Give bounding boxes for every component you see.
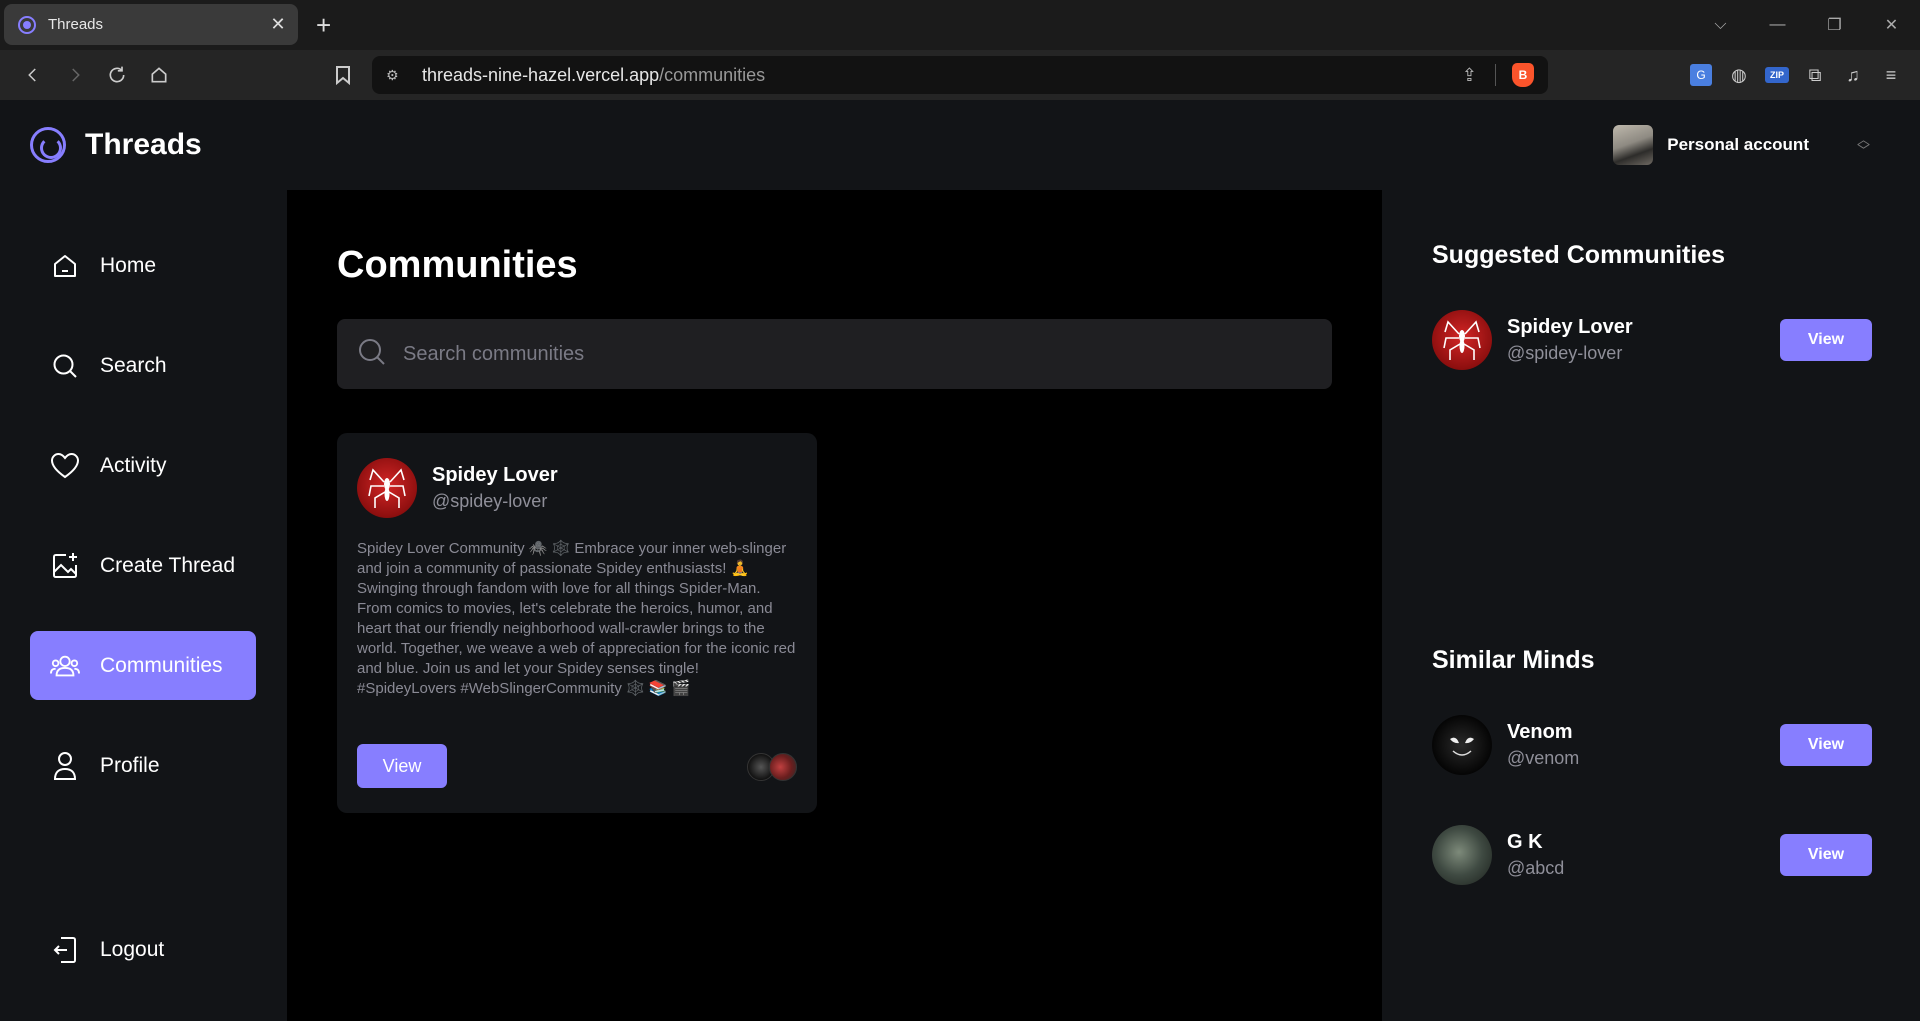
community-name[interactable]: Spidey Lover [1507, 316, 1633, 339]
member-avatars [747, 753, 797, 781]
sidebar-item-label: Create Thread [100, 553, 236, 577]
user-handle: @abcd [1507, 858, 1565, 878]
suggested-community-row: Spidey Lover @spidey-lover View [1432, 310, 1872, 370]
sidebar-item-label: Communities [100, 653, 223, 677]
similar-minds-heading: Similar Minds [1432, 646, 1595, 674]
user-icon [50, 751, 80, 781]
view-community-button[interactable]: View [357, 744, 447, 788]
search-icon [357, 337, 387, 372]
close-tab-icon[interactable]: ✕ [268, 14, 288, 35]
user-avatar[interactable] [1432, 715, 1492, 775]
sidebar-item-create-thread[interactable]: Create Thread [30, 531, 256, 600]
sidebar-item-home[interactable]: Home [30, 231, 256, 300]
tab-title: Threads [48, 16, 104, 33]
search-input[interactable] [403, 342, 1303, 366]
similar-user-row: G K @abcd View [1432, 825, 1872, 885]
view-user-button[interactable]: View [1780, 724, 1872, 766]
heart-icon [50, 451, 80, 481]
bookmark-icon[interactable] [322, 55, 364, 95]
url-text[interactable]: threads-nine-hazel.vercel.app/communitie… [422, 65, 1462, 86]
threads-app: Threads Personal account ︿ ﹀ Home Search … [0, 100, 1920, 1021]
page-title: Communities [337, 244, 578, 286]
home-browser-icon[interactable] [138, 55, 180, 95]
url-host: threads-nine-hazel.vercel.app [422, 64, 660, 85]
reload-icon[interactable] [96, 55, 138, 95]
translate-icon[interactable]: G [1690, 64, 1712, 86]
community-avatar[interactable] [1432, 310, 1492, 370]
app-topbar: Threads Personal account ︿ ﹀ [0, 100, 1920, 190]
tab-search-icon[interactable]: ⌵ [1692, 16, 1749, 34]
minimize-icon[interactable]: — [1749, 16, 1806, 34]
view-community-button[interactable]: View [1780, 319, 1872, 361]
user-avatar[interactable] [1432, 825, 1492, 885]
sidebar-item-label: Home [100, 253, 157, 277]
search-icon [50, 351, 80, 381]
restore-icon[interactable]: ❐ [1806, 15, 1863, 35]
sidebar-item-label: Profile [100, 753, 160, 777]
account-switcher[interactable]: Personal account ︿ ﹀ [1613, 125, 1870, 165]
member-avatar [769, 753, 797, 781]
site-info-icon[interactable]: ⚙ [386, 67, 410, 84]
left-sidebar: Home Search Activity Create Thread Commu… [0, 190, 287, 1021]
sidebar-item-label: Activity [100, 453, 167, 477]
chevron-updown-icon: ︿ ﹀ [1856, 132, 1870, 158]
logout-icon [50, 935, 80, 965]
main-content: Communities Spidey Lover @spidey-lover S… [287, 190, 1382, 1021]
logout-label: Logout [100, 937, 165, 961]
menu-icon[interactable]: ≡ [1872, 65, 1910, 86]
brave-shields-icon[interactable]: B [1512, 63, 1534, 87]
logout-button[interactable]: Logout [30, 915, 256, 984]
venom-face-icon [1450, 737, 1474, 756]
community-name[interactable]: Spidey Lover [432, 464, 558, 487]
url-path: /communities [659, 64, 766, 85]
window-controls: ⌵ — ❐ ✕ [1692, 0, 1920, 50]
spider-logo-icon [368, 468, 406, 508]
brand-name[interactable]: Threads [85, 128, 202, 162]
community-avatar[interactable] [357, 458, 417, 518]
share-icon[interactable]: ⇪ [1462, 65, 1477, 86]
sidebar-item-search[interactable]: Search [30, 331, 256, 400]
extensions-bar: G ◍ ZIP ⧉ ♫ ≡ [1682, 50, 1910, 100]
community-handle: @spidey-lover [1507, 343, 1623, 363]
new-tab-icon[interactable]: + [316, 12, 331, 38]
account-avatar [1613, 125, 1654, 165]
user-name[interactable]: G K [1507, 831, 1543, 854]
users-icon [50, 651, 80, 681]
account-label: Personal account [1667, 135, 1809, 154]
back-icon[interactable] [12, 55, 54, 95]
sidebar-item-communities[interactable]: Communities [30, 631, 256, 700]
spider-logo-icon [1443, 320, 1481, 360]
community-card: Spidey Lover @spidey-lover Spidey Lover … [337, 433, 817, 813]
image-plus-icon [50, 551, 80, 581]
sidebar-item-activity[interactable]: Activity [30, 431, 256, 500]
sidebar-item-profile[interactable]: Profile [30, 731, 256, 800]
zip-extension-icon[interactable]: ZIP [1765, 67, 1789, 83]
globe-icon[interactable]: ◍ [1720, 65, 1758, 86]
address-bar[interactable]: ⚙ threads-nine-hazel.vercel.app/communit… [372, 56, 1548, 94]
suggested-communities-heading: Suggested Communities [1432, 241, 1726, 269]
user-handle: @venom [1507, 748, 1580, 768]
browser-navbar: ⚙ threads-nine-hazel.vercel.app/communit… [0, 50, 1920, 100]
right-sidebar: Suggested Communities Spidey Lover @spid… [1382, 190, 1920, 1021]
community-bio: Spidey Lover Community 🕷️ 🕸️ Embrace you… [357, 540, 796, 697]
threads-favicon-icon [18, 15, 36, 34]
threads-logo-icon[interactable] [30, 127, 66, 163]
community-handle: @spidey-lover [432, 491, 548, 511]
search-bar[interactable] [337, 319, 1332, 389]
similar-user-row: Venom @venom View [1432, 715, 1872, 775]
view-user-button[interactable]: View [1780, 834, 1872, 876]
browser-tabbar: Threads ✕ + ⌵ — ❐ ✕ [0, 0, 1920, 50]
forward-icon[interactable] [54, 55, 96, 95]
browser-tab[interactable]: Threads ✕ [4, 4, 298, 45]
user-name[interactable]: Venom [1507, 721, 1573, 744]
media-icon[interactable]: ♫ [1834, 65, 1872, 86]
close-window-icon[interactable]: ✕ [1863, 15, 1920, 35]
sidebar-item-label: Search [100, 353, 167, 377]
extensions-icon[interactable]: ⧉ [1796, 65, 1834, 86]
home-icon [50, 251, 80, 281]
url-divider [1495, 64, 1496, 86]
